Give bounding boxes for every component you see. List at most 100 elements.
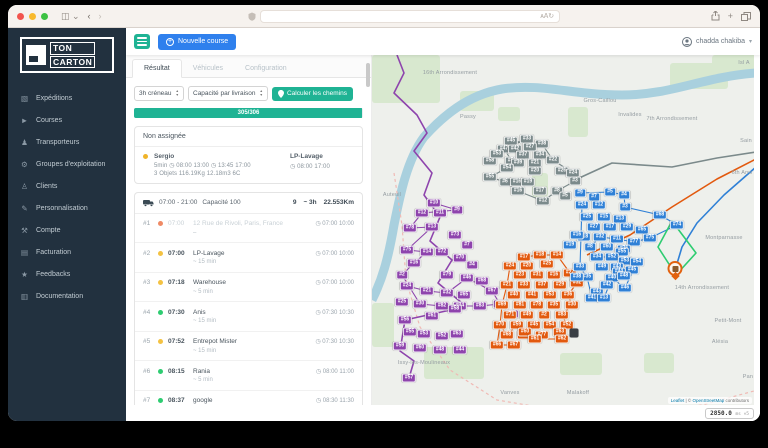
stop-marker[interactable]: #75 <box>400 246 414 255</box>
tab[interactable]: Configuration <box>234 60 298 77</box>
stop-marker[interactable]: #36 <box>561 291 575 300</box>
stop-marker[interactable]: #63 <box>450 330 464 339</box>
stop-marker[interactable]: #9 <box>451 206 463 215</box>
stop-marker[interactable]: #24 <box>400 282 414 291</box>
stop-marker[interactable]: #48 <box>617 272 631 281</box>
reload-icon[interactable]: ↻ <box>548 13 554 20</box>
stop-marker[interactable]: #33 <box>517 281 531 290</box>
user-menu[interactable]: chadda chakiba ▾ <box>682 37 752 47</box>
stop-marker[interactable]: #53 <box>490 150 504 159</box>
stop-marker[interactable]: #57 <box>402 374 416 383</box>
stop-marker[interactable]: #44 <box>453 346 467 355</box>
stop-marker[interactable]: #4 <box>618 191 630 200</box>
stop-marker[interactable]: #32 <box>593 233 607 242</box>
new-tab-icon[interactable]: + <box>728 11 733 21</box>
stop-marker[interactable]: #27 <box>523 143 537 152</box>
stop-marker[interactable]: #18 <box>533 251 547 260</box>
stop-marker[interactable]: #68 <box>653 211 667 220</box>
stop-marker[interactable]: #67 <box>507 341 521 350</box>
stop-row[interactable]: #1 07:00 12 Rue de Rivoli, Paris, France… <box>135 214 362 244</box>
stop-marker[interactable]: #16 <box>511 187 525 196</box>
stop-marker[interactable]: #61 <box>528 335 542 344</box>
stop-marker[interactable]: #38 <box>535 140 549 149</box>
stop-marker[interactable]: #65 <box>457 291 471 300</box>
sidebar-item[interactable]: ⚒ Compte <box>8 219 126 241</box>
stop-marker[interactable]: #68 <box>475 277 489 286</box>
stop-marker[interactable]: #34 <box>590 253 604 262</box>
stop-row[interactable]: #5 07:52 Entrepot Mister ~ 15 min ◷ 07:3… <box>135 332 362 362</box>
stop-marker[interactable]: #25 <box>540 260 554 269</box>
stop-marker[interactable]: #29 <box>620 223 634 232</box>
stop-marker[interactable]: #3 <box>619 203 631 212</box>
share-icon[interactable] <box>711 11 720 21</box>
stop-marker[interactable]: #13 <box>425 223 439 232</box>
stop-marker[interactable]: #37 <box>535 281 549 290</box>
sidebar-item[interactable]: ♙ Clients <box>8 175 126 197</box>
stop-marker[interactable]: #2 <box>538 311 550 320</box>
url-bar[interactable]: 🗚 ↻ <box>260 10 560 23</box>
sidebar-item[interactable]: ♟ Transporteurs <box>8 131 126 153</box>
stop-marker[interactable]: #75 <box>643 234 657 243</box>
stop-marker[interactable]: #83 <box>555 311 569 320</box>
stop-marker[interactable]: #11 <box>433 209 447 218</box>
stop-marker[interactable]: #35 <box>547 301 561 310</box>
maximize-window-button[interactable] <box>41 13 48 20</box>
stop-marker[interactable]: #9 <box>574 189 586 198</box>
stop-marker[interactable]: #32 <box>440 289 454 298</box>
stop-marker[interactable]: #72 <box>435 248 449 257</box>
compute-routes-button[interactable]: Calculer les chemins <box>272 87 353 101</box>
stop-marker[interactable]: #16 <box>547 271 561 280</box>
stop-marker[interactable]: #49 <box>595 263 609 272</box>
stop-marker[interactable]: #59 <box>393 342 407 351</box>
panel-scrollbar[interactable] <box>366 63 370 87</box>
stop-marker[interactable]: #73 <box>448 231 462 240</box>
stop-marker[interactable]: #71 <box>503 311 517 320</box>
stop-marker[interactable]: #15 <box>597 213 611 222</box>
minimize-window-button[interactable] <box>29 13 36 20</box>
stop-row[interactable]: #6 08:15 Rania ~ 5 min ◷ 08:00 11:00 <box>135 361 362 391</box>
sidebar-item[interactable]: ⚙ Groupes d'exploitation <box>8 153 126 175</box>
stop-marker[interactable]: #55 <box>403 328 417 337</box>
stop-marker[interactable]: #41 <box>525 291 539 300</box>
stop-marker[interactable]: #58 <box>448 305 462 314</box>
stop-marker[interactable]: #30 <box>413 300 427 309</box>
stop-marker[interactable]: #56 <box>398 316 412 325</box>
stop-marker[interactable]: #30 <box>565 301 579 310</box>
stop-marker[interactable]: #24 <box>503 262 517 271</box>
stop-marker[interactable]: #68 <box>500 331 514 340</box>
stop-marker[interactable]: #27 <box>587 223 601 232</box>
stop-marker[interactable]: #60 <box>413 344 427 353</box>
stop-marker[interactable]: #78 <box>403 224 417 233</box>
stop-marker[interactable]: #60 <box>600 243 614 252</box>
route-header[interactable]: 07:00 - 21:00 Capacité 100 9 ~ 3h 22.553… <box>135 193 362 214</box>
stop-marker[interactable]: #4 <box>466 261 478 270</box>
stop-marker[interactable]: #22 <box>546 156 560 165</box>
stop-marker[interactable]: #12 <box>592 201 606 210</box>
stop-marker[interactable]: #38 <box>570 273 584 282</box>
tab[interactable]: Véhicules <box>182 60 234 77</box>
stop-marker[interactable]: #7 <box>461 241 473 250</box>
stop-marker[interactable]: #5 <box>604 188 616 197</box>
slot-select[interactable]: 3h créneau ▲▼ <box>134 86 184 101</box>
translate-icon[interactable]: 🗚 <box>540 13 548 20</box>
stop-marker[interactable]: #21 <box>420 287 434 296</box>
stop-marker[interactable]: #2 <box>396 271 408 280</box>
stop-marker[interactable]: #14 <box>550 251 564 260</box>
stop-marker[interactable]: #17 <box>603 223 617 232</box>
tab-overview-icon[interactable] <box>741 12 751 21</box>
sidebar-item[interactable]: ✎ Personnalisation <box>8 197 126 219</box>
stop-row[interactable]: #7 08:37 google ~ 5 min ◷ 08:30 11:30 <box>135 391 362 406</box>
stop-marker[interactable]: #3 <box>569 177 581 186</box>
close-window-button[interactable] <box>17 13 24 20</box>
stop-marker[interactable]: #19 <box>521 178 535 187</box>
stop-marker[interactable]: #48 <box>433 346 447 355</box>
sidebar-item[interactable]: ► Courses <box>8 109 126 131</box>
stop-marker[interactable]: #61 <box>425 312 439 321</box>
stop-marker[interactable]: #69 <box>495 301 509 310</box>
stop-marker[interactable]: #70 <box>453 254 467 263</box>
stop-marker[interactable]: #67 <box>485 287 499 296</box>
stop-marker[interactable]: #74 <box>670 221 684 230</box>
stop-marker[interactable]: #16 <box>407 259 421 268</box>
stop-marker[interactable]: #55 <box>483 173 497 182</box>
unassigned-driver-row[interactable]: Sergio 5min ◷ 08:00 13:00 ◷ 13:45 17:00 … <box>135 147 362 183</box>
